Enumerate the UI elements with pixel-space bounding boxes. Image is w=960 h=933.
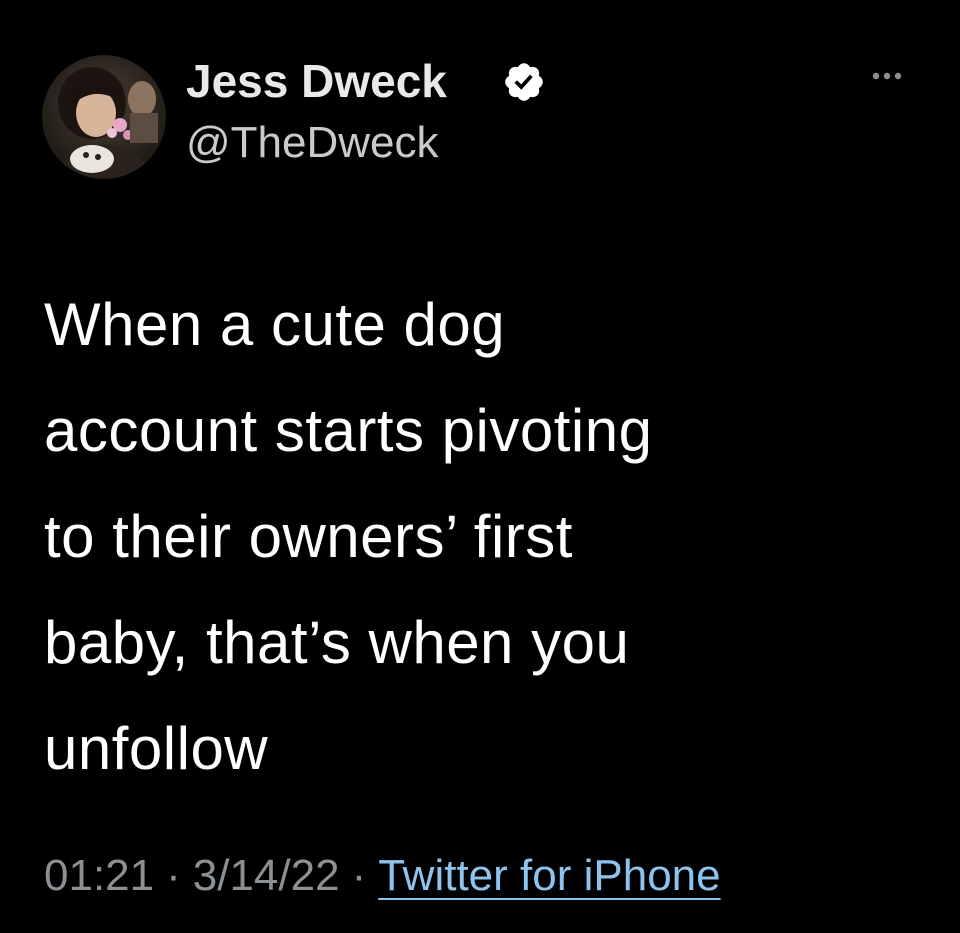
tweet-source-link[interactable]: Twitter for iPhone	[378, 851, 720, 900]
tweet-meta: 01:21 · 3/14/22 · Twitter for iPhone	[44, 846, 721, 906]
tweet-text: When a cute dog account starts pivoting …	[44, 291, 653, 782]
more-options-icon[interactable]	[862, 66, 912, 86]
meta-separator: ·	[351, 851, 367, 900]
tweet-card: Jess Dweck @TheDweck When a cute dog acc…	[0, 0, 960, 933]
profile-photo-icon	[42, 55, 166, 179]
author-handle[interactable]: @TheDweck	[186, 116, 439, 170]
verified-badge-icon	[505, 63, 543, 101]
author-avatar[interactable]	[42, 55, 166, 179]
tweet-date[interactable]: 3/14/22	[193, 851, 340, 900]
tweet-time[interactable]: 01:21	[44, 851, 154, 900]
author-display-name[interactable]: Jess Dweck	[186, 54, 447, 108]
meta-separator: ·	[166, 851, 181, 900]
